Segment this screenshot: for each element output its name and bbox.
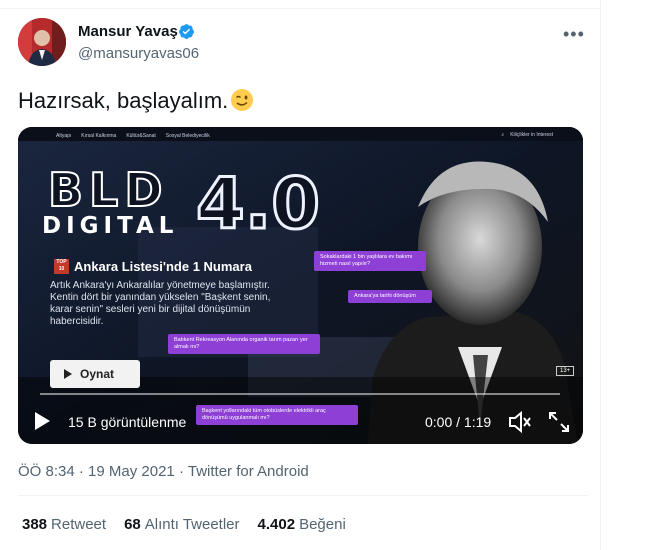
tweet-time[interactable]: ÖÖ 8:34 — [18, 463, 75, 480]
stat-label: Retweet — [51, 516, 107, 533]
age-rating-badge: 13+ — [556, 366, 575, 376]
retweets-stat[interactable]: 388 Retweet — [22, 516, 106, 533]
video-tag: Başkent yollarındaki tüm otobüslerde ele… — [196, 405, 358, 425]
video-tag: Batıkent Rekreasyon Alanında organik tar… — [168, 334, 320, 354]
top-border — [0, 8, 600, 9]
stat-label: Beğeni — [299, 516, 346, 533]
view-count: 15 B görüntülenme — [68, 414, 187, 430]
stat-count: 68 — [124, 516, 141, 533]
author-name[interactable]: Mansur Yavaş — [78, 23, 178, 40]
tweet-meta: ÖÖ 8:34 · 19 May 2021 · Twitter for Andr… — [18, 463, 309, 480]
meta-separator: · — [178, 463, 184, 480]
video-progress-bar[interactable] — [40, 393, 560, 395]
stat-count: 388 — [22, 516, 48, 533]
nav-item: Kültür&Sanat — [126, 133, 156, 139]
stat-label: Alıntı Tweetler — [144, 516, 240, 533]
column-border — [600, 0, 601, 550]
video-time: 0:00 / 1:19 — [425, 414, 492, 430]
fullscreen-icon[interactable] — [548, 411, 570, 433]
list-title: Ankara Listesi'nde 1 Numara — [74, 259, 252, 274]
video-player[interactable]: Altyapı Kırsal Kalkınma Kültür&Sanat Sos… — [18, 127, 583, 444]
more-options-icon[interactable]: ••• — [563, 24, 585, 45]
play-icon[interactable] — [35, 412, 50, 430]
meta-separator: · — [78, 463, 84, 480]
list-body: Artık Ankara'yı Ankaralılar yönetmeye ba… — [50, 280, 271, 327]
top10-badge: TOP 10 — [54, 259, 69, 274]
author-handle[interactable]: @mansuryavas06 — [78, 45, 199, 62]
video-tag: Sokaklardaki 1 bin yaşlılara ev bakımı h… — [314, 251, 426, 271]
headline-digital: DIGITAL — [42, 213, 179, 239]
tweet-source[interactable]: Twitter for Android — [188, 463, 309, 480]
tweet-date[interactable]: 19 May 2021 — [88, 463, 175, 480]
headline-bld: BLD — [47, 162, 169, 218]
engagement-stats: 388 Retweet 68 Alıntı Tweetler 4.402 Beğeni — [22, 516, 346, 533]
video-tag: Ankara'ya tarihi dönüşüm — [348, 290, 432, 303]
divider — [18, 495, 588, 496]
avatar[interactable] — [18, 18, 66, 66]
play-label: Oynat — [80, 367, 115, 381]
headline-version: 4.0 — [194, 162, 321, 247]
nav-item: Sosyal Belediyecilik — [165, 133, 210, 139]
tweet-text: Hazırsak, başlayalım. — [18, 88, 254, 114]
volume-muted-icon[interactable] — [508, 411, 532, 433]
verified-badge-icon — [179, 24, 194, 39]
quote-tweets-stat[interactable]: 68 Alıntı Tweetler — [124, 516, 239, 533]
nav-right-label: Kiliçlikler in Interest — [510, 132, 553, 138]
play-inline-button[interactable]: Oynat — [50, 360, 140, 388]
stat-count: 4.402 — [257, 516, 296, 533]
play-icon — [64, 369, 72, 379]
tweet-body: Hazırsak, başlayalım. — [18, 88, 229, 113]
nav-item: Kırsal Kalkınma — [81, 133, 117, 139]
video-site-nav-right: ⌕ Kiliçlikler in Interest — [501, 132, 553, 138]
video-site-nav: Altyapı Kırsal Kalkınma Kültür&Sanat Sos… — [56, 133, 210, 139]
nav-item: Altyapı — [56, 133, 72, 139]
likes-stat[interactable]: 4.402 Beğeni — [258, 516, 346, 533]
search-icon: ⌕ — [501, 132, 505, 138]
winking-face-icon — [231, 89, 254, 111]
